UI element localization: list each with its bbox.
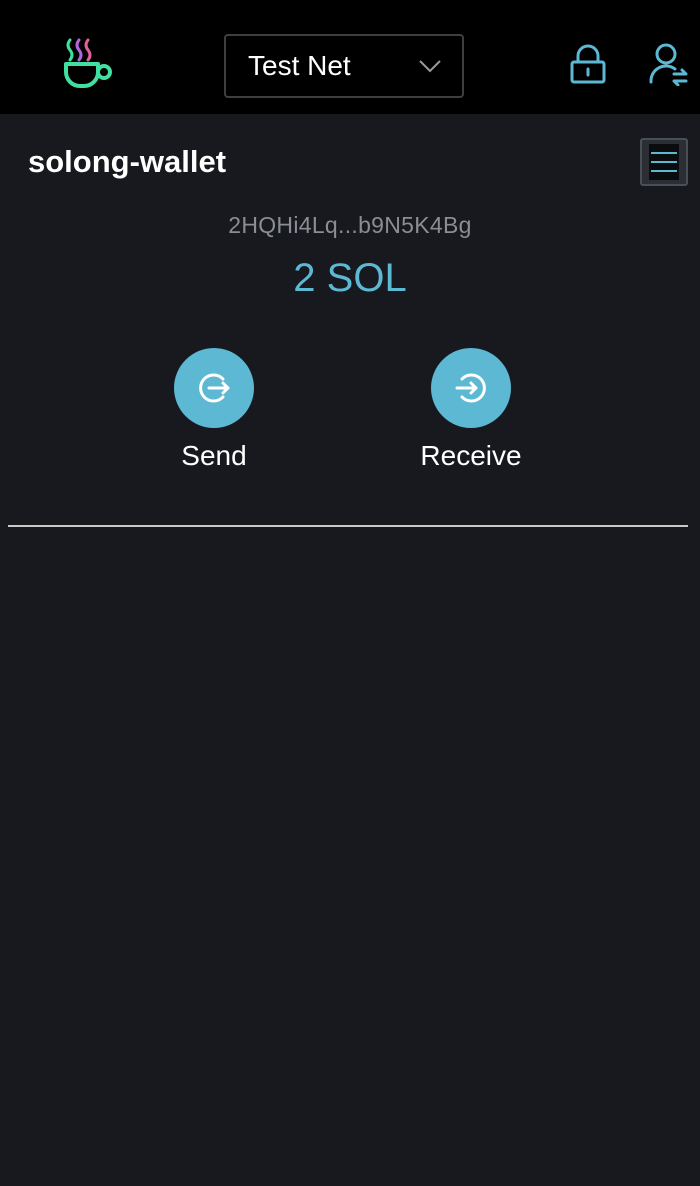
wallet-name: solong-wallet bbox=[28, 144, 227, 179]
hamburger-menu-icon bbox=[649, 144, 679, 180]
lock-icon[interactable] bbox=[568, 44, 608, 86]
section-divider bbox=[8, 525, 688, 527]
receive-label: Receive bbox=[420, 440, 522, 471]
network-select-value: Test Net bbox=[248, 50, 351, 81]
receive-circle[interactable] bbox=[431, 348, 511, 428]
network-select[interactable]: Test Net bbox=[224, 34, 464, 98]
send-circle[interactable] bbox=[174, 348, 254, 428]
wallet-address[interactable]: 2HQHi4Lq...b9N5K4Bg bbox=[0, 212, 700, 239]
switch-account-icon[interactable] bbox=[648, 42, 690, 86]
receive-button[interactable]: Receive bbox=[391, 348, 551, 472]
coffee-cup-logo-icon[interactable] bbox=[60, 36, 116, 94]
send-button[interactable]: Send bbox=[134, 348, 294, 472]
wallet-balance: 2 SOL bbox=[293, 256, 407, 300]
chevron-down-icon bbox=[419, 60, 441, 73]
top-bar: Test Net bbox=[0, 0, 700, 114]
send-label: Send bbox=[181, 440, 247, 471]
menu-button[interactable] bbox=[640, 138, 688, 186]
logout-arrow-icon bbox=[199, 373, 230, 403]
login-arrow-icon bbox=[455, 373, 486, 403]
